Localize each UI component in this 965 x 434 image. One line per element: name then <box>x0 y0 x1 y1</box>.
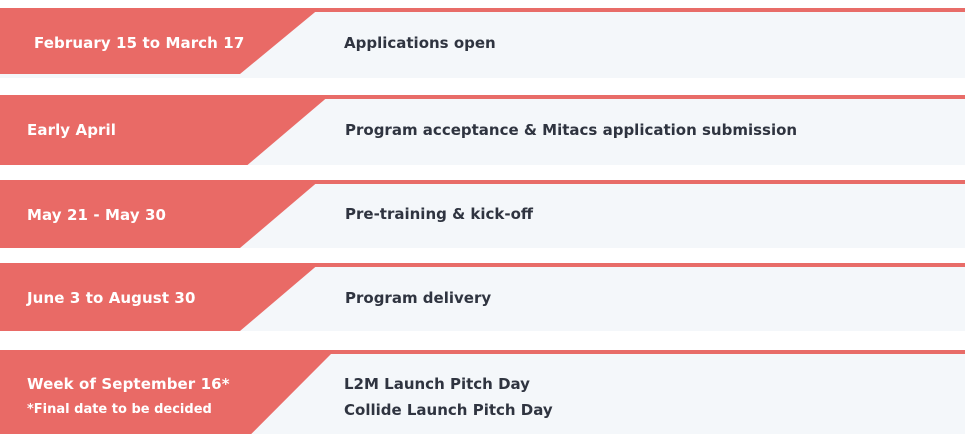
date-footnote: *Final date to be decided <box>27 402 212 417</box>
date-label: Week of September 16* <box>27 375 230 393</box>
date-label: Early April <box>27 121 117 139</box>
event-label: Program acceptance & Mitacs application … <box>345 121 798 139</box>
event-label: Collide Launch Pitch Day <box>344 401 553 419</box>
timeline-row: June 3 to August 30 Program delivery <box>0 263 965 331</box>
event-label: Applications open <box>344 34 496 52</box>
date-label: February 15 to March 17 <box>34 34 245 52</box>
timeline-row: Week of September 16* *Final date to be … <box>0 350 965 434</box>
timeline: February 15 to March 17 Applications ope… <box>0 0 965 434</box>
timeline-row: February 15 to March 17 Applications ope… <box>0 8 965 78</box>
timeline-row: May 21 - May 30 Pre-training & kick-off <box>0 180 965 248</box>
event-label: Pre-training & kick-off <box>345 205 534 223</box>
timeline-row: Early April Program acceptance & Mitacs … <box>0 95 965 165</box>
date-label: June 3 to August 30 <box>27 289 196 307</box>
event-label: L2M Launch Pitch Day <box>344 375 530 393</box>
date-label: May 21 - May 30 <box>27 206 167 224</box>
event-label: Program delivery <box>345 289 492 307</box>
